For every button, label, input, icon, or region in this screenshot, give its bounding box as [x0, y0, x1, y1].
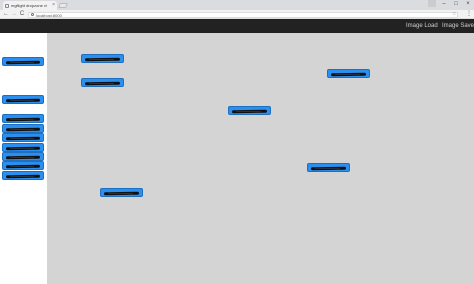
redacted-label-scribble: [5, 117, 41, 121]
back-arrow-icon[interactable]: ←: [2, 10, 10, 19]
bookmark-star-icon[interactable]: ☆: [452, 10, 456, 19]
close-window-button[interactable]: ×: [462, 0, 474, 10]
browser-toolbar: ← → C localhost:8000 ☆ ⋮: [0, 10, 474, 19]
image-save-button[interactable]: Image Save: [442, 19, 474, 33]
redacted-label-scribble: [310, 166, 347, 170]
redacted-label-scribble: [5, 155, 41, 159]
tab-close-icon[interactable]: ×: [52, 1, 55, 10]
browser-tab-strip: mgflight dropzone vi × – □ ×: [0, 0, 474, 10]
reload-icon[interactable]: C: [18, 10, 26, 19]
canvas-node[interactable]: [327, 69, 370, 78]
browser-menu-icon[interactable]: ⋮: [466, 10, 472, 19]
image-load-button[interactable]: Image Load: [406, 19, 438, 33]
redacted-label-scribble: [5, 174, 41, 178]
minimize-button[interactable]: –: [438, 0, 450, 10]
sidebar-node-item[interactable]: [2, 133, 44, 142]
redacted-label-scribble: [231, 109, 268, 113]
app-header: Image Load Image Save: [0, 19, 474, 33]
maximize-button[interactable]: □: [450, 0, 462, 10]
sidebar-node-item[interactable]: [2, 171, 44, 180]
canvas-node[interactable]: [307, 163, 350, 172]
canvas-node[interactable]: [228, 106, 271, 115]
sidebar-node-item[interactable]: [2, 95, 44, 104]
redacted-label-scribble: [5, 127, 41, 131]
tab-title: mgflight dropzone vi: [11, 3, 47, 8]
sidebar-node-item[interactable]: [2, 124, 44, 133]
redacted-label-scribble: [5, 164, 41, 168]
sidebar-node-item[interactable]: [2, 143, 44, 152]
url-text: localhost:8000: [36, 12, 62, 18]
address-bar[interactable]: localhost:8000: [28, 11, 458, 18]
diagram-canvas[interactable]: [47, 33, 474, 284]
sidebar-node-item[interactable]: [2, 57, 44, 66]
redacted-label-scribble: [5, 60, 41, 64]
sidebar-node-item[interactable]: [2, 161, 44, 170]
redacted-label-scribble: [5, 136, 41, 140]
page-info-icon[interactable]: [31, 13, 34, 16]
redacted-label-scribble: [5, 146, 41, 150]
canvas-node[interactable]: [81, 78, 124, 87]
redacted-label-scribble: [84, 57, 121, 61]
new-tab-button[interactable]: [58, 3, 68, 8]
canvas-node[interactable]: [100, 188, 143, 197]
redacted-label-scribble: [5, 98, 41, 102]
page-favicon-icon: [5, 3, 9, 8]
canvas-node[interactable]: [81, 54, 124, 63]
browser-tab[interactable]: mgflight dropzone vi ×: [3, 1, 57, 10]
sidebar-node-item[interactable]: [2, 152, 44, 161]
forward-arrow-icon[interactable]: →: [10, 10, 18, 19]
user-profile-button[interactable]: [428, 0, 436, 7]
sidebar-node-item[interactable]: [2, 114, 44, 123]
redacted-label-scribble: [84, 81, 121, 85]
redacted-label-scribble: [103, 191, 140, 195]
redacted-label-scribble: [330, 72, 367, 76]
